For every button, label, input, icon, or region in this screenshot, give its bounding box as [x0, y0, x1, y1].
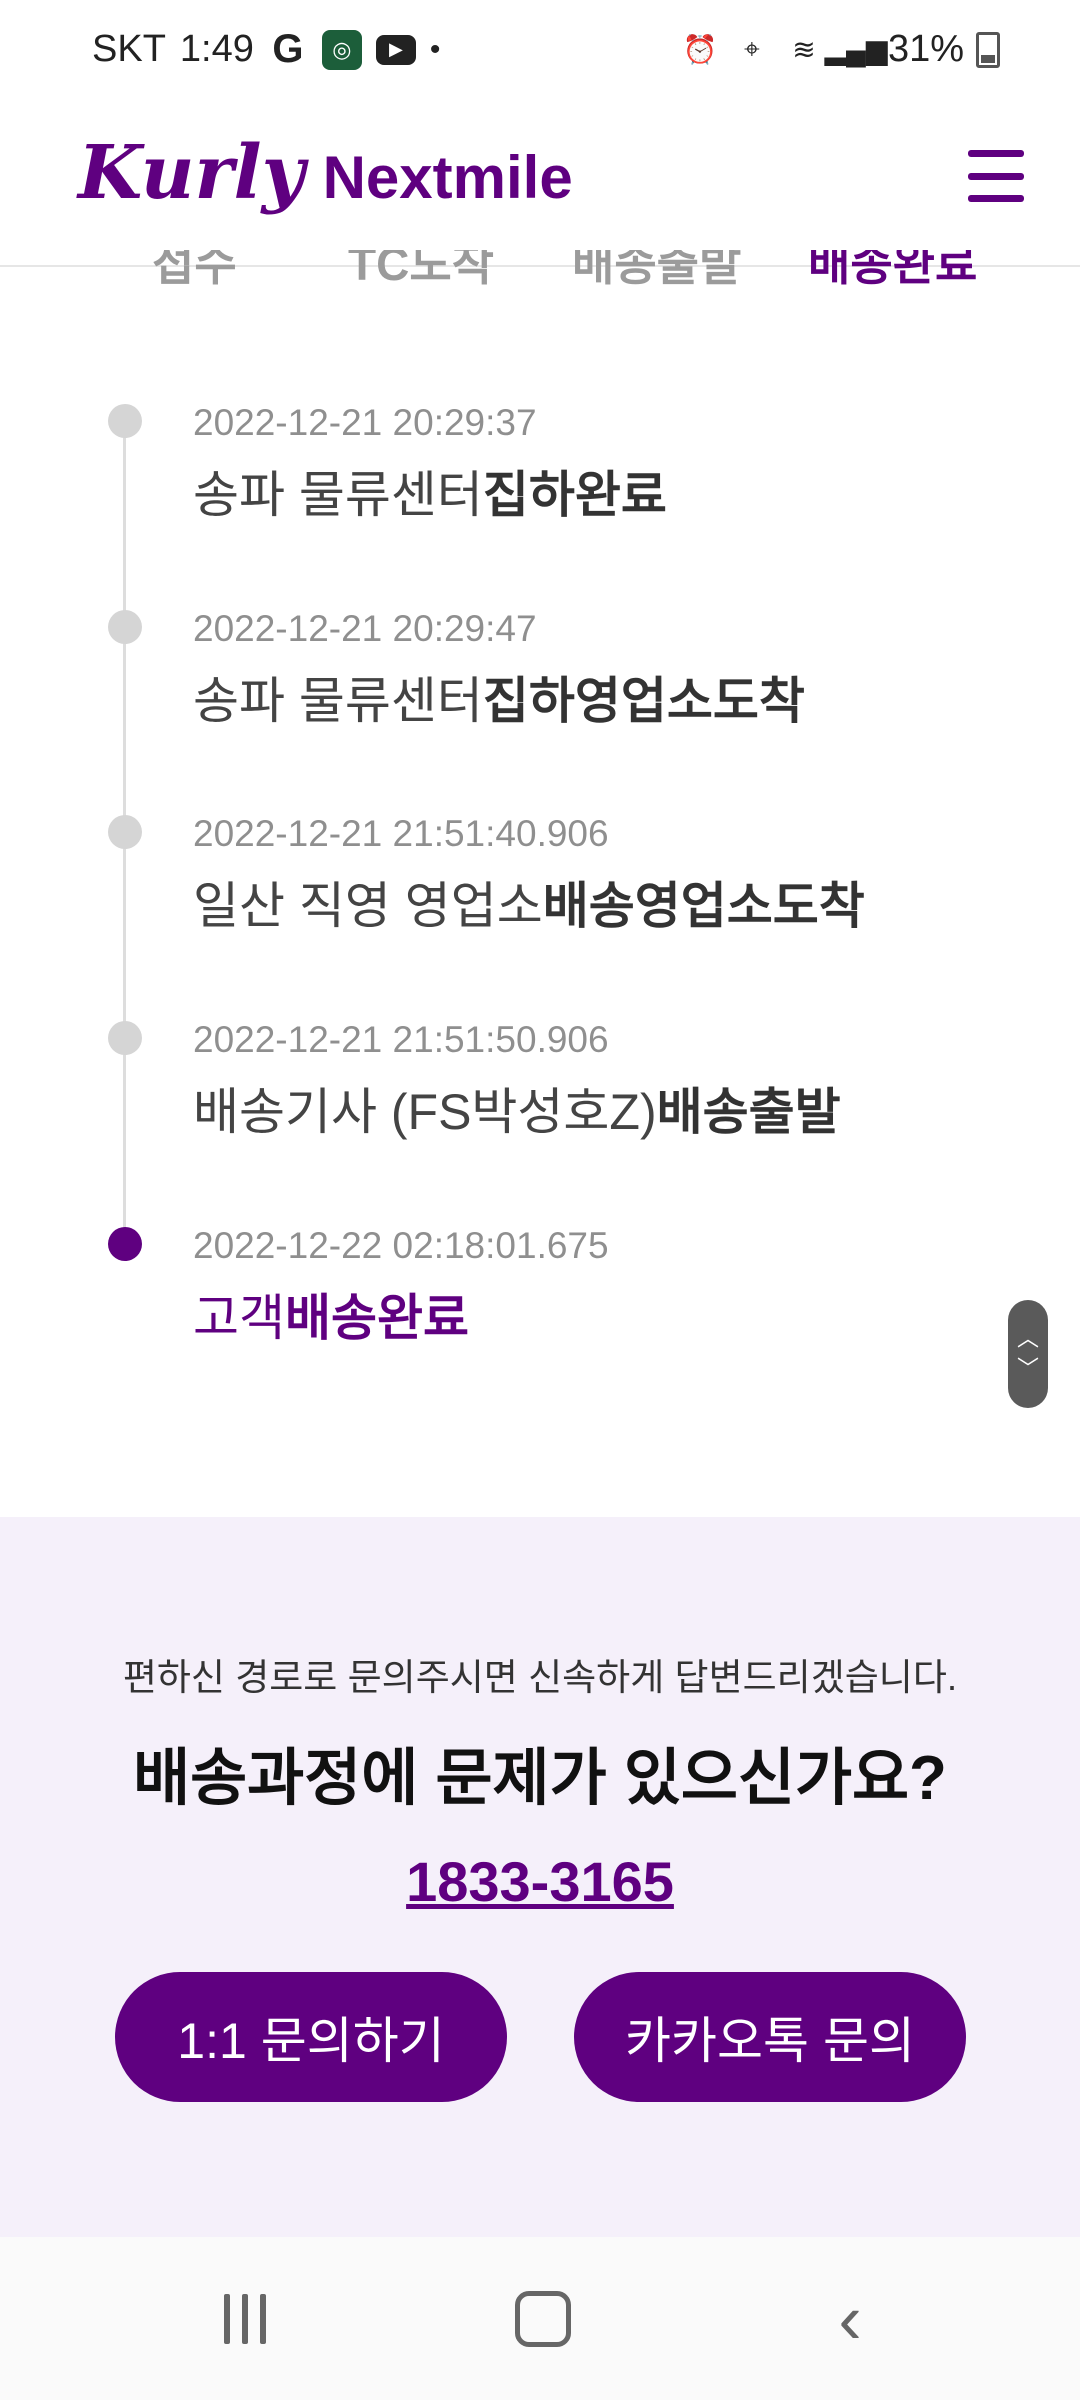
- alarm-icon: ⏰: [682, 34, 718, 65]
- more-notifications-icon: •: [429, 32, 441, 66]
- timeline-description: 송파 물류센터집하영업소도착: [193, 661, 805, 733]
- wifi-icon: ≋: [792, 34, 816, 65]
- recent-apps-icon[interactable]: [215, 2289, 275, 2349]
- timeline-status: 배송출발: [656, 1084, 841, 1140]
- timeline-status: 배송영업소도착: [542, 878, 865, 934]
- system-navigation-bar: ‹: [0, 2237, 1080, 2400]
- logo-script: Kurly: [78, 130, 305, 216]
- contact-title: 배송과정에 문제가 있으신가요?: [133, 1744, 947, 1813]
- clock: 1:49: [179, 28, 254, 70]
- logo-text: Nextmile: [322, 144, 573, 211]
- timeline-status: 배송완료: [285, 1290, 469, 1346]
- signal-icon: ▂▄▆: [824, 34, 888, 65]
- contact-subtitle: 편하신 경로로 문의주시면 신속하게 답변드리겠습니다.: [122, 1657, 958, 1698]
- timeline-location: 일산 직영 영업소: [193, 878, 543, 934]
- google-icon: G: [272, 27, 304, 71]
- app-notification-icon: ◎: [321, 29, 362, 70]
- timeline-description: 일산 직영 영업소배송영업소도착: [193, 866, 865, 938]
- timeline-dot: [108, 404, 142, 438]
- timeline-time: 2022-12-21 21:51:40.906: [193, 813, 609, 854]
- tab-received[interactable]: 접수: [152, 250, 237, 290]
- location-icon: ⌖: [744, 33, 760, 64]
- timeline-location: 배송기사 (FS박성호Z): [193, 1084, 657, 1140]
- tab-out-for-delivery[interactable]: 배송출발: [572, 250, 741, 290]
- timeline-dot: [108, 1021, 142, 1055]
- timeline-location: 고객: [193, 1290, 285, 1346]
- timeline-dot: [108, 815, 142, 849]
- timeline-item: 2022-12-21 20:29:47 송파 물류센터집하영업소도착: [0, 566, 1080, 766]
- tab-tc-arrived[interactable]: TC도착: [348, 250, 494, 290]
- youtube-icon: ▶: [375, 34, 416, 65]
- timeline-dot: [108, 610, 142, 644]
- back-icon[interactable]: ‹: [820, 2280, 880, 2358]
- battery-percent: 31%: [887, 28, 964, 70]
- timeline-time: 2022-12-21 21:51:50.906: [193, 1019, 609, 1060]
- timeline-dot-current: [108, 1227, 142, 1261]
- status-bar-left: SKT 1:49 G ◎ ▶ •: [92, 27, 441, 71]
- timeline-item: 2022-12-21 21:51:40.906 일산 직영 영업소배송영업소도착: [0, 771, 1080, 971]
- app-header: Kurly Nextmile: [0, 100, 1080, 267]
- timeline-time: 2022-12-22 02:18:01.675: [193, 1225, 609, 1266]
- scroll-handle[interactable]: ︿ ﹀: [1008, 1300, 1048, 1408]
- timeline-time: 2022-12-21 20:29:47: [193, 608, 537, 649]
- timeline-location: 송파 물류센터: [193, 673, 483, 729]
- timeline-item: 2022-12-21 21:51:50.906 배송기사 (FS박성호Z)배송출…: [0, 977, 1080, 1177]
- chevron-up-icon: ︿: [1016, 1326, 1039, 1351]
- timeline-location: 송파 물류센터: [193, 467, 483, 523]
- status-bar-right: ⏰ ⌖ ≋ ▂▄▆ 31%: [680, 28, 1000, 71]
- phone-link[interactable]: 1833-3165: [0, 1849, 1080, 1914]
- kakaotalk-inquiry-button[interactable]: 카카오톡 문의: [574, 1972, 966, 2102]
- delivery-step-tabs: 접수 TC도착 배송출발 배송완료: [0, 250, 1080, 290]
- battery-icon: [976, 31, 1000, 68]
- timeline-time: 2022-12-21 20:29:37: [193, 402, 537, 443]
- timeline-status: 집하영업소도착: [482, 673, 805, 729]
- one-on-one-inquiry-button[interactable]: 1:1 문의하기: [115, 1972, 507, 2102]
- timeline-description: 고객배송완료: [193, 1278, 469, 1350]
- timeline-item: 2022-12-21 20:29:37 송파 물류센터집하완료: [0, 360, 1080, 560]
- carrier-label: SKT: [92, 28, 166, 70]
- timeline-status: 집하완료: [482, 467, 667, 523]
- home-icon[interactable]: [515, 2289, 571, 2349]
- tab-delivered[interactable]: 배송완료: [808, 250, 977, 290]
- chevron-down-icon: ﹀: [1016, 1356, 1039, 1381]
- contact-section: 편하신 경로로 문의주시면 신속하게 답변드리겠습니다. 배송과정에 문제가 있…: [0, 1517, 1080, 2237]
- timeline-description: 배송기사 (FS박성호Z)배송출발: [193, 1072, 841, 1144]
- kurly-nextmile-logo[interactable]: Kurly Nextmile: [78, 130, 573, 216]
- status-bar: SKT 1:49 G ◎ ▶ • ⏰ ⌖ ≋ ▂▄▆ 31%: [0, 0, 1080, 100]
- hamburger-menu-icon[interactable]: [968, 150, 1024, 202]
- timeline-description: 송파 물류센터집하완료: [193, 455, 667, 527]
- timeline-item-current: 2022-12-22 02:18:01.675 고객배송완료: [0, 1183, 1080, 1383]
